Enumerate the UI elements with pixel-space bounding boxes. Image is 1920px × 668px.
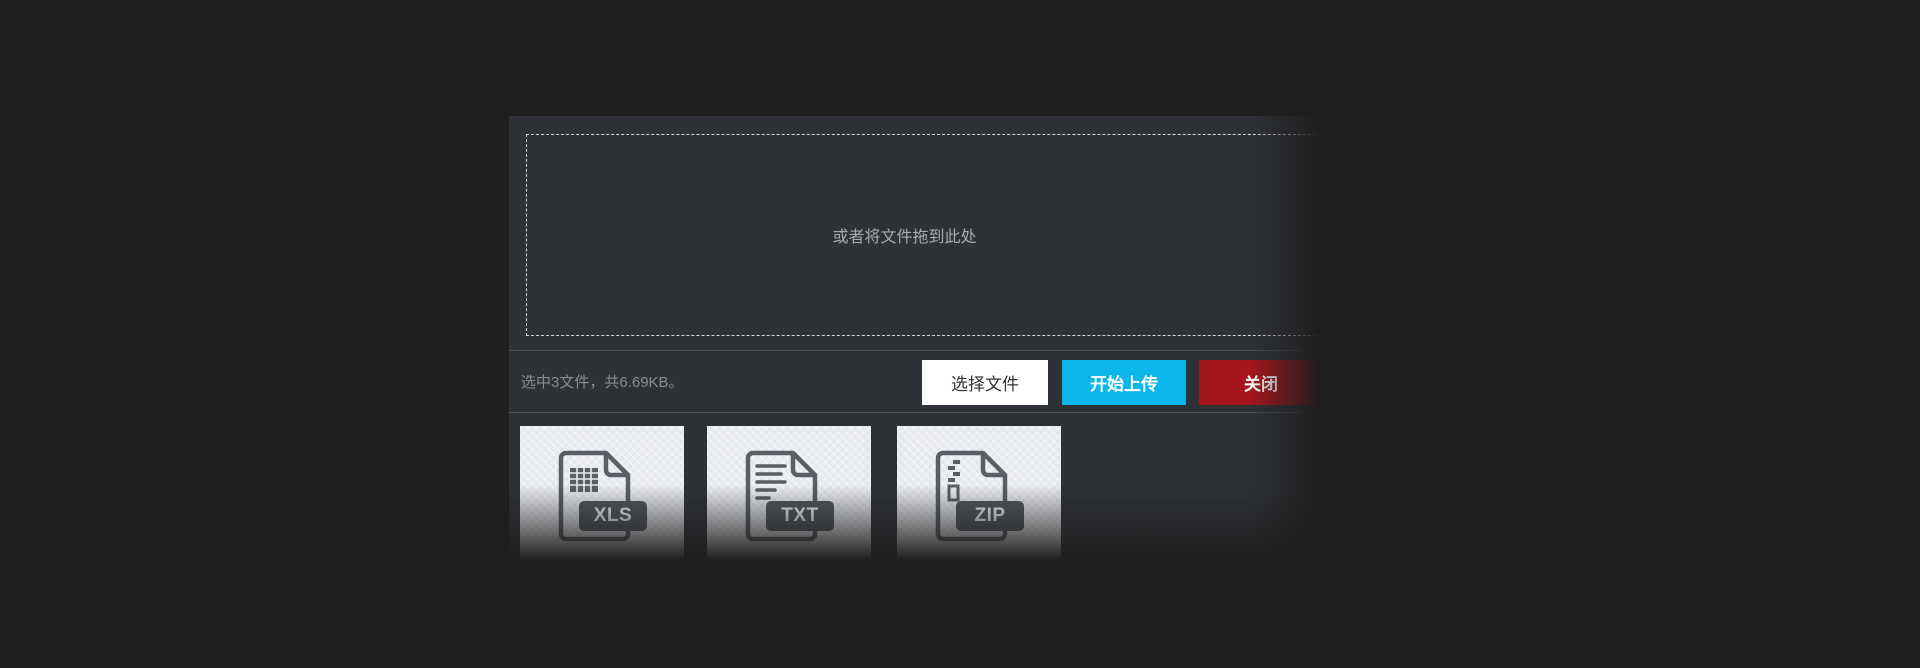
divider (509, 350, 1320, 351)
drop-zone-hint: 或者将文件拖到此处 (832, 229, 977, 246)
upload-panel: 或者将文件拖到此处 选中3文件，共6.69KB。 选择文件 开始上传 关闭 XL… (509, 116, 1320, 560)
start-upload-button[interactable]: 开始上传 (1062, 360, 1186, 405)
file-thumbnail[interactable]: XLS (520, 426, 684, 560)
file-extension-label: XLS (579, 501, 647, 531)
divider (509, 412, 1320, 413)
close-button[interactable]: 关闭 (1199, 360, 1320, 405)
file-thumbnail[interactable]: ZIP (897, 426, 1061, 560)
file-extension-label: ZIP (956, 501, 1024, 531)
file-extension-label: TXT (766, 501, 834, 531)
file-thumbnail[interactable]: TXT (707, 426, 871, 560)
selection-status: 选中3文件，共6.69KB。 (521, 374, 684, 391)
select-files-button[interactable]: 选择文件 (922, 360, 1048, 405)
